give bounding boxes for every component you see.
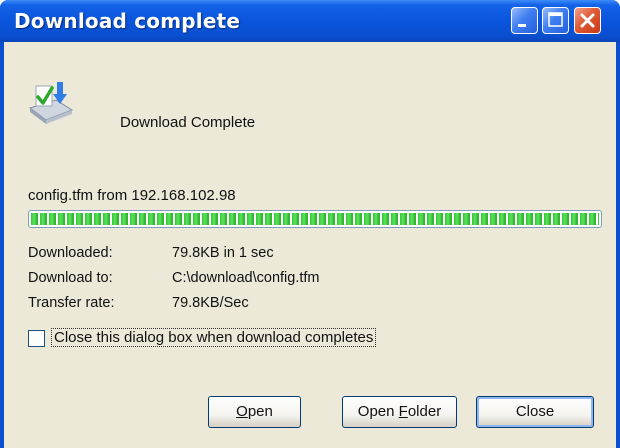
downloaded-value: 79.8KB in 1 sec xyxy=(172,245,274,261)
close-window-button[interactable] xyxy=(574,7,601,34)
open-button-mnemonic: O xyxy=(236,403,248,420)
downloaded-label: Downloaded: xyxy=(28,245,113,261)
minimize-icon xyxy=(518,24,526,27)
transfer-rate-value: 79.8KB/Sec xyxy=(172,295,249,311)
open-button-label: pen xyxy=(247,403,273,420)
transfer-rate-label: Transfer rate: xyxy=(28,295,115,311)
window-title: Download complete xyxy=(14,9,241,33)
title-bar[interactable]: Download complete xyxy=(0,0,620,42)
maximize-icon xyxy=(548,12,563,27)
open-folder-prefix: Open xyxy=(357,403,399,420)
close-when-done-checkbox[interactable] xyxy=(28,330,45,347)
open-button[interactable]: Open xyxy=(208,396,301,428)
maximize-button[interactable] xyxy=(542,7,569,34)
close-icon xyxy=(580,13,595,28)
download-complete-heading: Download Complete xyxy=(120,114,256,131)
open-folder-label: older xyxy=(407,403,442,420)
close-button[interactable]: Close xyxy=(476,396,594,428)
download-dialog-window: Download complete Download Complete conf… xyxy=(0,0,620,448)
download-source: config.tfm from 192.168.102.98 xyxy=(28,187,236,204)
open-folder-button[interactable]: Open Folder xyxy=(342,396,457,428)
download-to-label: Download to: xyxy=(28,270,113,286)
download-complete-icon xyxy=(28,82,74,124)
close-when-done-label[interactable]: Close this dialog box when download comp… xyxy=(51,328,377,347)
minimize-button[interactable] xyxy=(511,7,538,34)
download-progress-bar xyxy=(28,210,602,228)
download-to-value: C:\download\config.tfm xyxy=(172,270,320,286)
progress-fill xyxy=(31,213,599,225)
dialog-body: Download Complete config.tfm from 192.16… xyxy=(4,42,616,448)
open-folder-mnemonic: F xyxy=(398,403,408,420)
